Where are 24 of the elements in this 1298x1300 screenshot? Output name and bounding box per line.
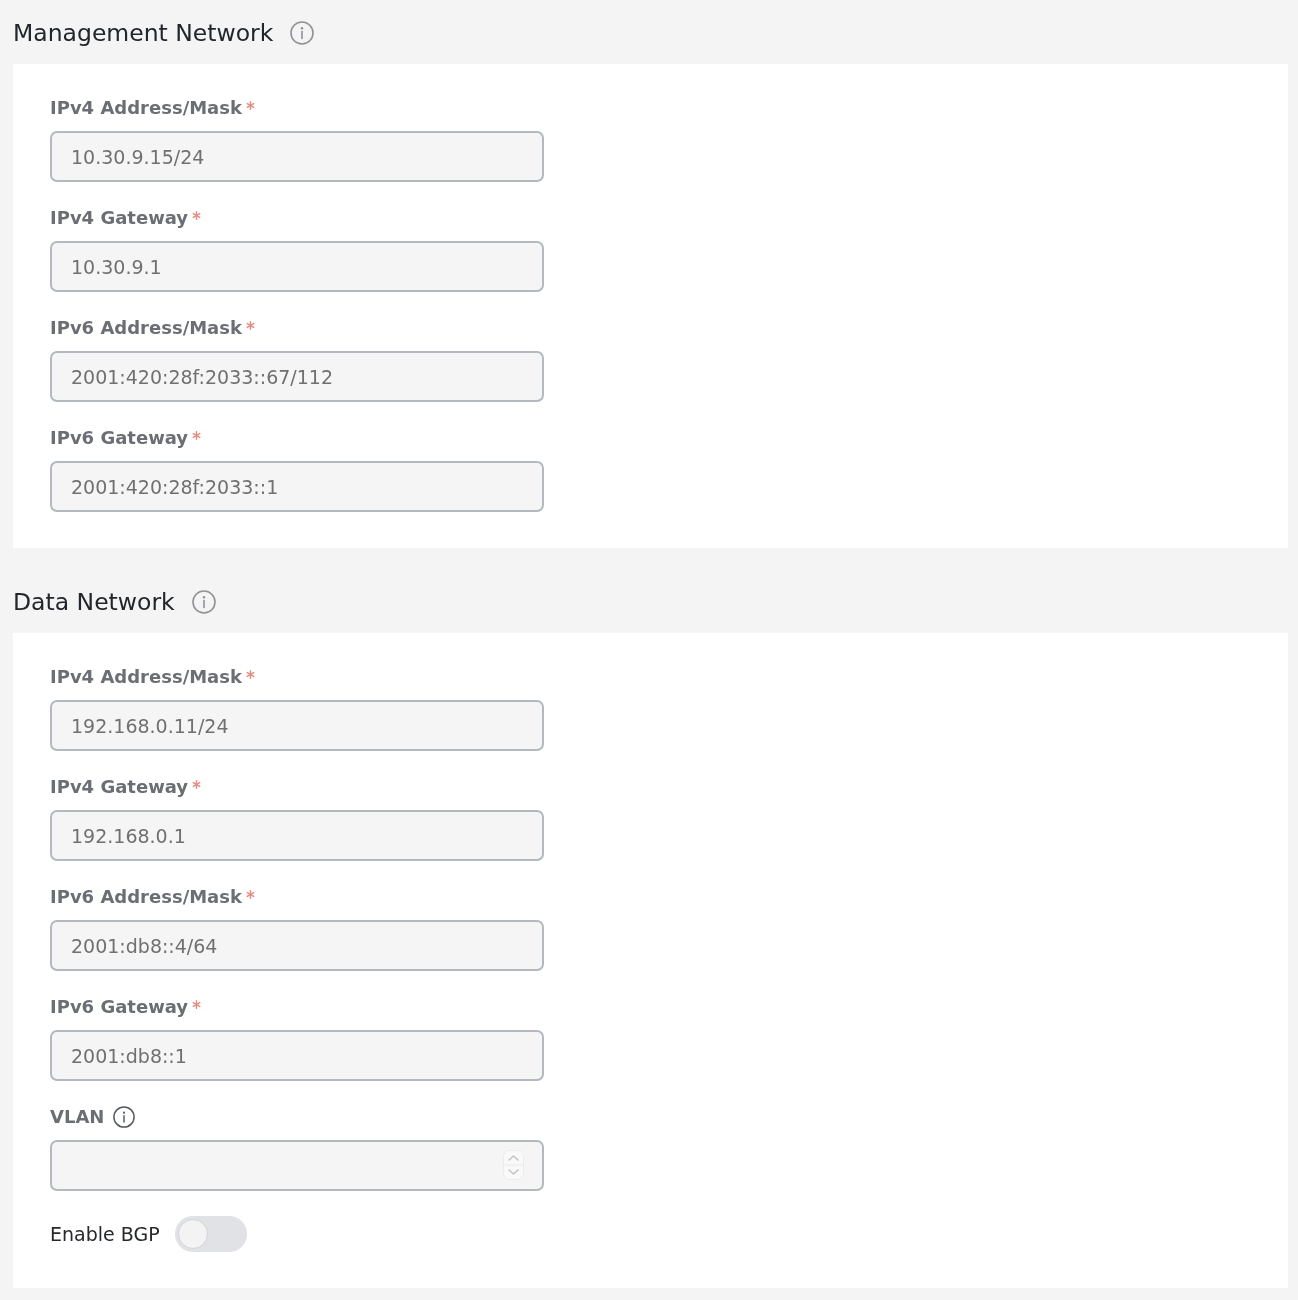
input-field[interactable]: 2001:420:28f:2033::67/112 — [50, 351, 544, 402]
stepper-arrows-icon[interactable] — [503, 1150, 524, 1180]
input-field[interactable]: 192.168.0.11/24 — [50, 700, 544, 751]
input-field[interactable]: 10.30.9.15/24 — [50, 131, 544, 182]
input-field[interactable]: 192.168.0.1 — [50, 810, 544, 861]
input-field[interactable]: 2001:420:28f:2033::1 — [50, 461, 544, 512]
input-field[interactable]: 2001:db8::4/64 — [50, 920, 544, 971]
field-label: IPv4 Gateway — [50, 207, 189, 229]
section-title: Data Network — [13, 588, 175, 616]
field-label: IPv6 Gateway — [50, 996, 189, 1018]
field-label: IPv4 Address/Mask — [50, 666, 242, 688]
field-label: IPv4 Address/Mask — [50, 97, 242, 119]
field-label: IPv6 Address/Mask — [50, 886, 242, 908]
field-label: VLAN — [50, 1106, 105, 1128]
field-label: IPv6 Gateway — [50, 427, 189, 449]
field-label: IPv6 Address/Mask — [50, 317, 242, 339]
number-input-field[interactable] — [50, 1140, 544, 1191]
field-label: Enable BGP — [50, 1223, 160, 1245]
section-title: Management Network — [13, 19, 274, 47]
info-icon[interactable] — [113, 1106, 136, 1128]
input-field[interactable]: 2001:db8::1 — [50, 1030, 544, 1081]
input-field[interactable]: 10.30.9.1 — [50, 241, 544, 292]
field-label: IPv4 Gateway — [50, 776, 189, 798]
toggle-switch[interactable] — [174, 1216, 247, 1252]
